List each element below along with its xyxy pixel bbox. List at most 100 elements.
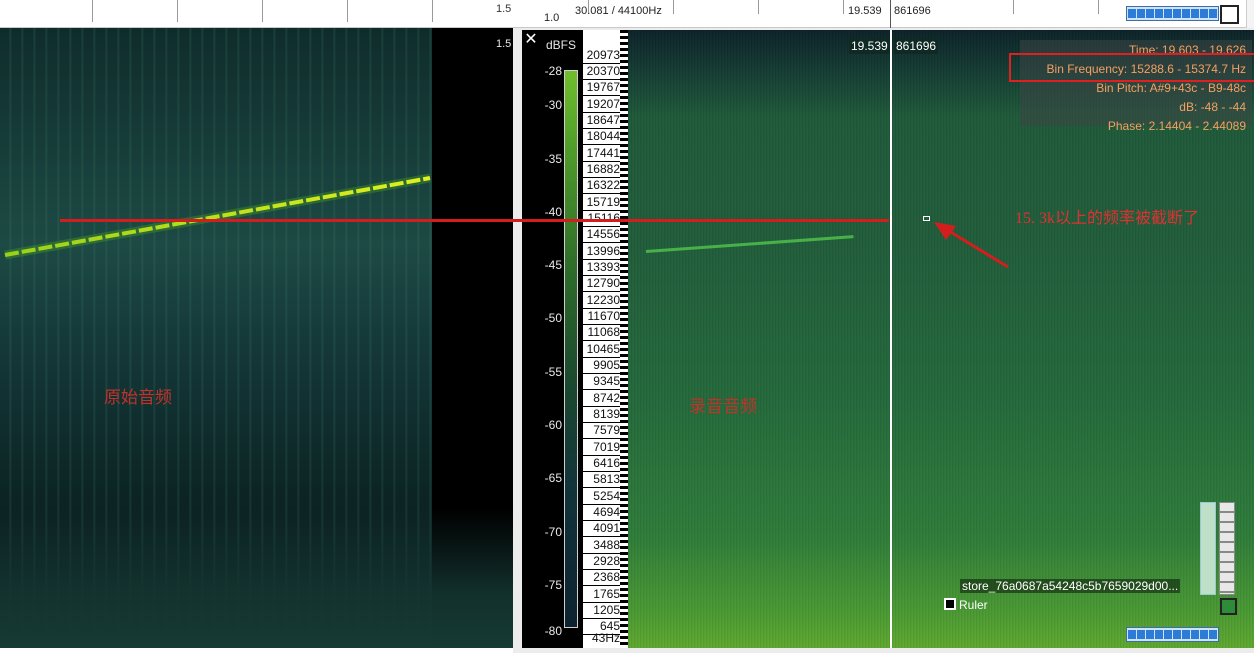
- playhead-time-chip: 19.539: [849, 38, 890, 54]
- reset-zoom-button[interactable]: [1220, 5, 1239, 24]
- zoom-segment: [1137, 630, 1145, 639]
- db-tick-label: -65: [544, 471, 562, 485]
- zoom-segment: [1182, 630, 1190, 639]
- freq-tick-label: 16322: [583, 178, 621, 194]
- bottom-zoom-control[interactable]: [1126, 627, 1219, 642]
- zoom-segment: [1191, 630, 1199, 639]
- ruler-checkbox[interactable]: [944, 598, 956, 610]
- freq-tick-label: 17441: [583, 146, 621, 162]
- zoom-segment: [1146, 9, 1154, 18]
- ruler-tick: [1013, 0, 1014, 14]
- zoom-level-label: 1.0: [544, 12, 560, 24]
- left-time-ruler[interactable]: 1.5: [0, 0, 513, 28]
- db-tick-label: -40: [544, 205, 562, 219]
- freq-tick-label: 4694: [583, 505, 621, 521]
- right-time-ruler[interactable]: 1.0 30.081 / 44100Hz 19.539 861696: [513, 0, 1254, 28]
- zoom-segment: [1155, 630, 1163, 639]
- freq-tick-label: 16882: [583, 162, 621, 178]
- freq-tick-label: 15719: [583, 195, 621, 211]
- vertical-scrollbar[interactable]: [1246, 0, 1254, 28]
- ruler-tick: [177, 0, 178, 22]
- freq-tick-label: 7579: [583, 423, 621, 439]
- freq-tick-label: 18044: [583, 129, 621, 145]
- cutoff-annotation: 15. 3k以上的频率被截断了: [1015, 210, 1200, 227]
- freq-tick-label: 9345: [583, 374, 621, 390]
- freq-tick-label: 19207: [583, 97, 621, 113]
- db-tick-label: -45: [544, 258, 562, 272]
- zoom-segment: [1173, 630, 1181, 639]
- vertical-zoom-control[interactable]: [1219, 502, 1235, 595]
- recorded-audio-label: 录音音频: [689, 397, 757, 416]
- zoom-segment: [1128, 9, 1136, 18]
- layer-name-label: store_76a0687a54248c5b7659029d00...: [960, 579, 1181, 593]
- db-tick-label: -75: [544, 578, 562, 592]
- recorded-audio-pane: 1.0 30.081 / 44100Hz 19.539 861696 ✕ 1.5…: [496, 0, 1254, 653]
- original-spectrogram[interactable]: [0, 28, 513, 648]
- zoom-segment: [1164, 9, 1172, 18]
- freq-tick-label: 5813: [583, 472, 621, 488]
- original-audio-label: 原始音频: [104, 388, 172, 407]
- zoom-segment: [1200, 630, 1208, 639]
- close-icon[interactable]: ✕: [522, 31, 540, 49]
- freq-tick-label: 10465: [583, 342, 621, 358]
- playhead-sample-chip: 861696: [894, 38, 939, 54]
- zoom-segment: [1209, 630, 1217, 639]
- ruler-tick: [758, 0, 759, 14]
- ruler-tick: [347, 0, 348, 22]
- info-phase: Phase: 2.14404 - 2.44089: [1107, 119, 1246, 133]
- selected-bin-marker: [923, 216, 930, 221]
- freq-tick-label: 11670: [583, 309, 621, 325]
- db-tick-label: -80: [544, 624, 562, 638]
- zoom-segment: [1128, 630, 1136, 639]
- frequency-tick-scale: [620, 30, 628, 648]
- freq-tick-label: 20370: [583, 64, 621, 80]
- bin-frequency-highlight-box: [1009, 53, 1254, 82]
- zoom-segment: [1182, 9, 1190, 18]
- freq-tick-label: 13393: [583, 260, 621, 276]
- freq-tick-label: 12230: [583, 293, 621, 309]
- freq-tick-label: 19767: [583, 80, 621, 96]
- freq-tick-label: 14556: [583, 227, 621, 243]
- cursor-sample-readout: 861696: [894, 5, 931, 17]
- freq-tick-label: 11068: [583, 325, 621, 341]
- overlap-ruler-label: 1.5: [496, 38, 512, 50]
- freq-tick-label: 8742: [583, 391, 621, 407]
- playhead-cursor[interactable]: [890, 30, 892, 648]
- freq-tick-label: 20973: [583, 48, 621, 64]
- recorded-spectrogram[interactable]: 19.539 861696 Time: 19.603 - 19.626 Bin …: [628, 30, 1254, 648]
- vertical-gain-slider[interactable]: [1200, 502, 1216, 595]
- pane-divider-strip: [522, 30, 540, 648]
- zoom-segment: [1164, 630, 1172, 639]
- ruler-tick: [432, 0, 433, 22]
- zoom-segment: [1173, 9, 1181, 18]
- ruler-tick: [673, 0, 674, 14]
- zoom-segment: [1146, 630, 1154, 639]
- zoom-segment: [1137, 9, 1145, 18]
- freq-tick-label: 18647: [583, 113, 621, 129]
- freq-tick-label: 13996: [583, 244, 621, 260]
- cursor-time-readout: 19.539: [848, 5, 882, 17]
- ruler-tick: [843, 0, 844, 14]
- ruler-tick: [92, 0, 93, 22]
- layer-colour-button[interactable]: [1220, 598, 1237, 615]
- db-tick-label: -50: [544, 311, 562, 325]
- horizontal-zoom-control[interactable]: [1126, 6, 1219, 21]
- freq-tick-label: 4091: [583, 521, 621, 537]
- zoom-segment: [1191, 9, 1199, 18]
- position-rate-readout: 30.081 / 44100Hz: [575, 5, 662, 17]
- freq-tick-label: 5254: [583, 489, 621, 505]
- ruler-tick: [1098, 0, 1099, 14]
- sweep-signal-trace: [4, 173, 431, 260]
- freq-tick-label: 6416: [583, 456, 621, 472]
- db-tick-label: -55: [544, 365, 562, 379]
- info-db: dB: -48 - -44: [1179, 100, 1246, 114]
- db-tick-label: -35: [544, 152, 562, 166]
- zoom-segment: [1155, 9, 1163, 18]
- db-tick-label: -70: [544, 525, 562, 539]
- dbfs-title: dBFS: [546, 38, 577, 52]
- freq-tick-label: 7019: [583, 440, 621, 456]
- freq-tick-label: 1765: [583, 587, 621, 603]
- zoom-segment: [1209, 9, 1217, 18]
- cutoff-guide-line: [60, 219, 889, 222]
- ruler-checkbox-label: Ruler: [959, 598, 988, 612]
